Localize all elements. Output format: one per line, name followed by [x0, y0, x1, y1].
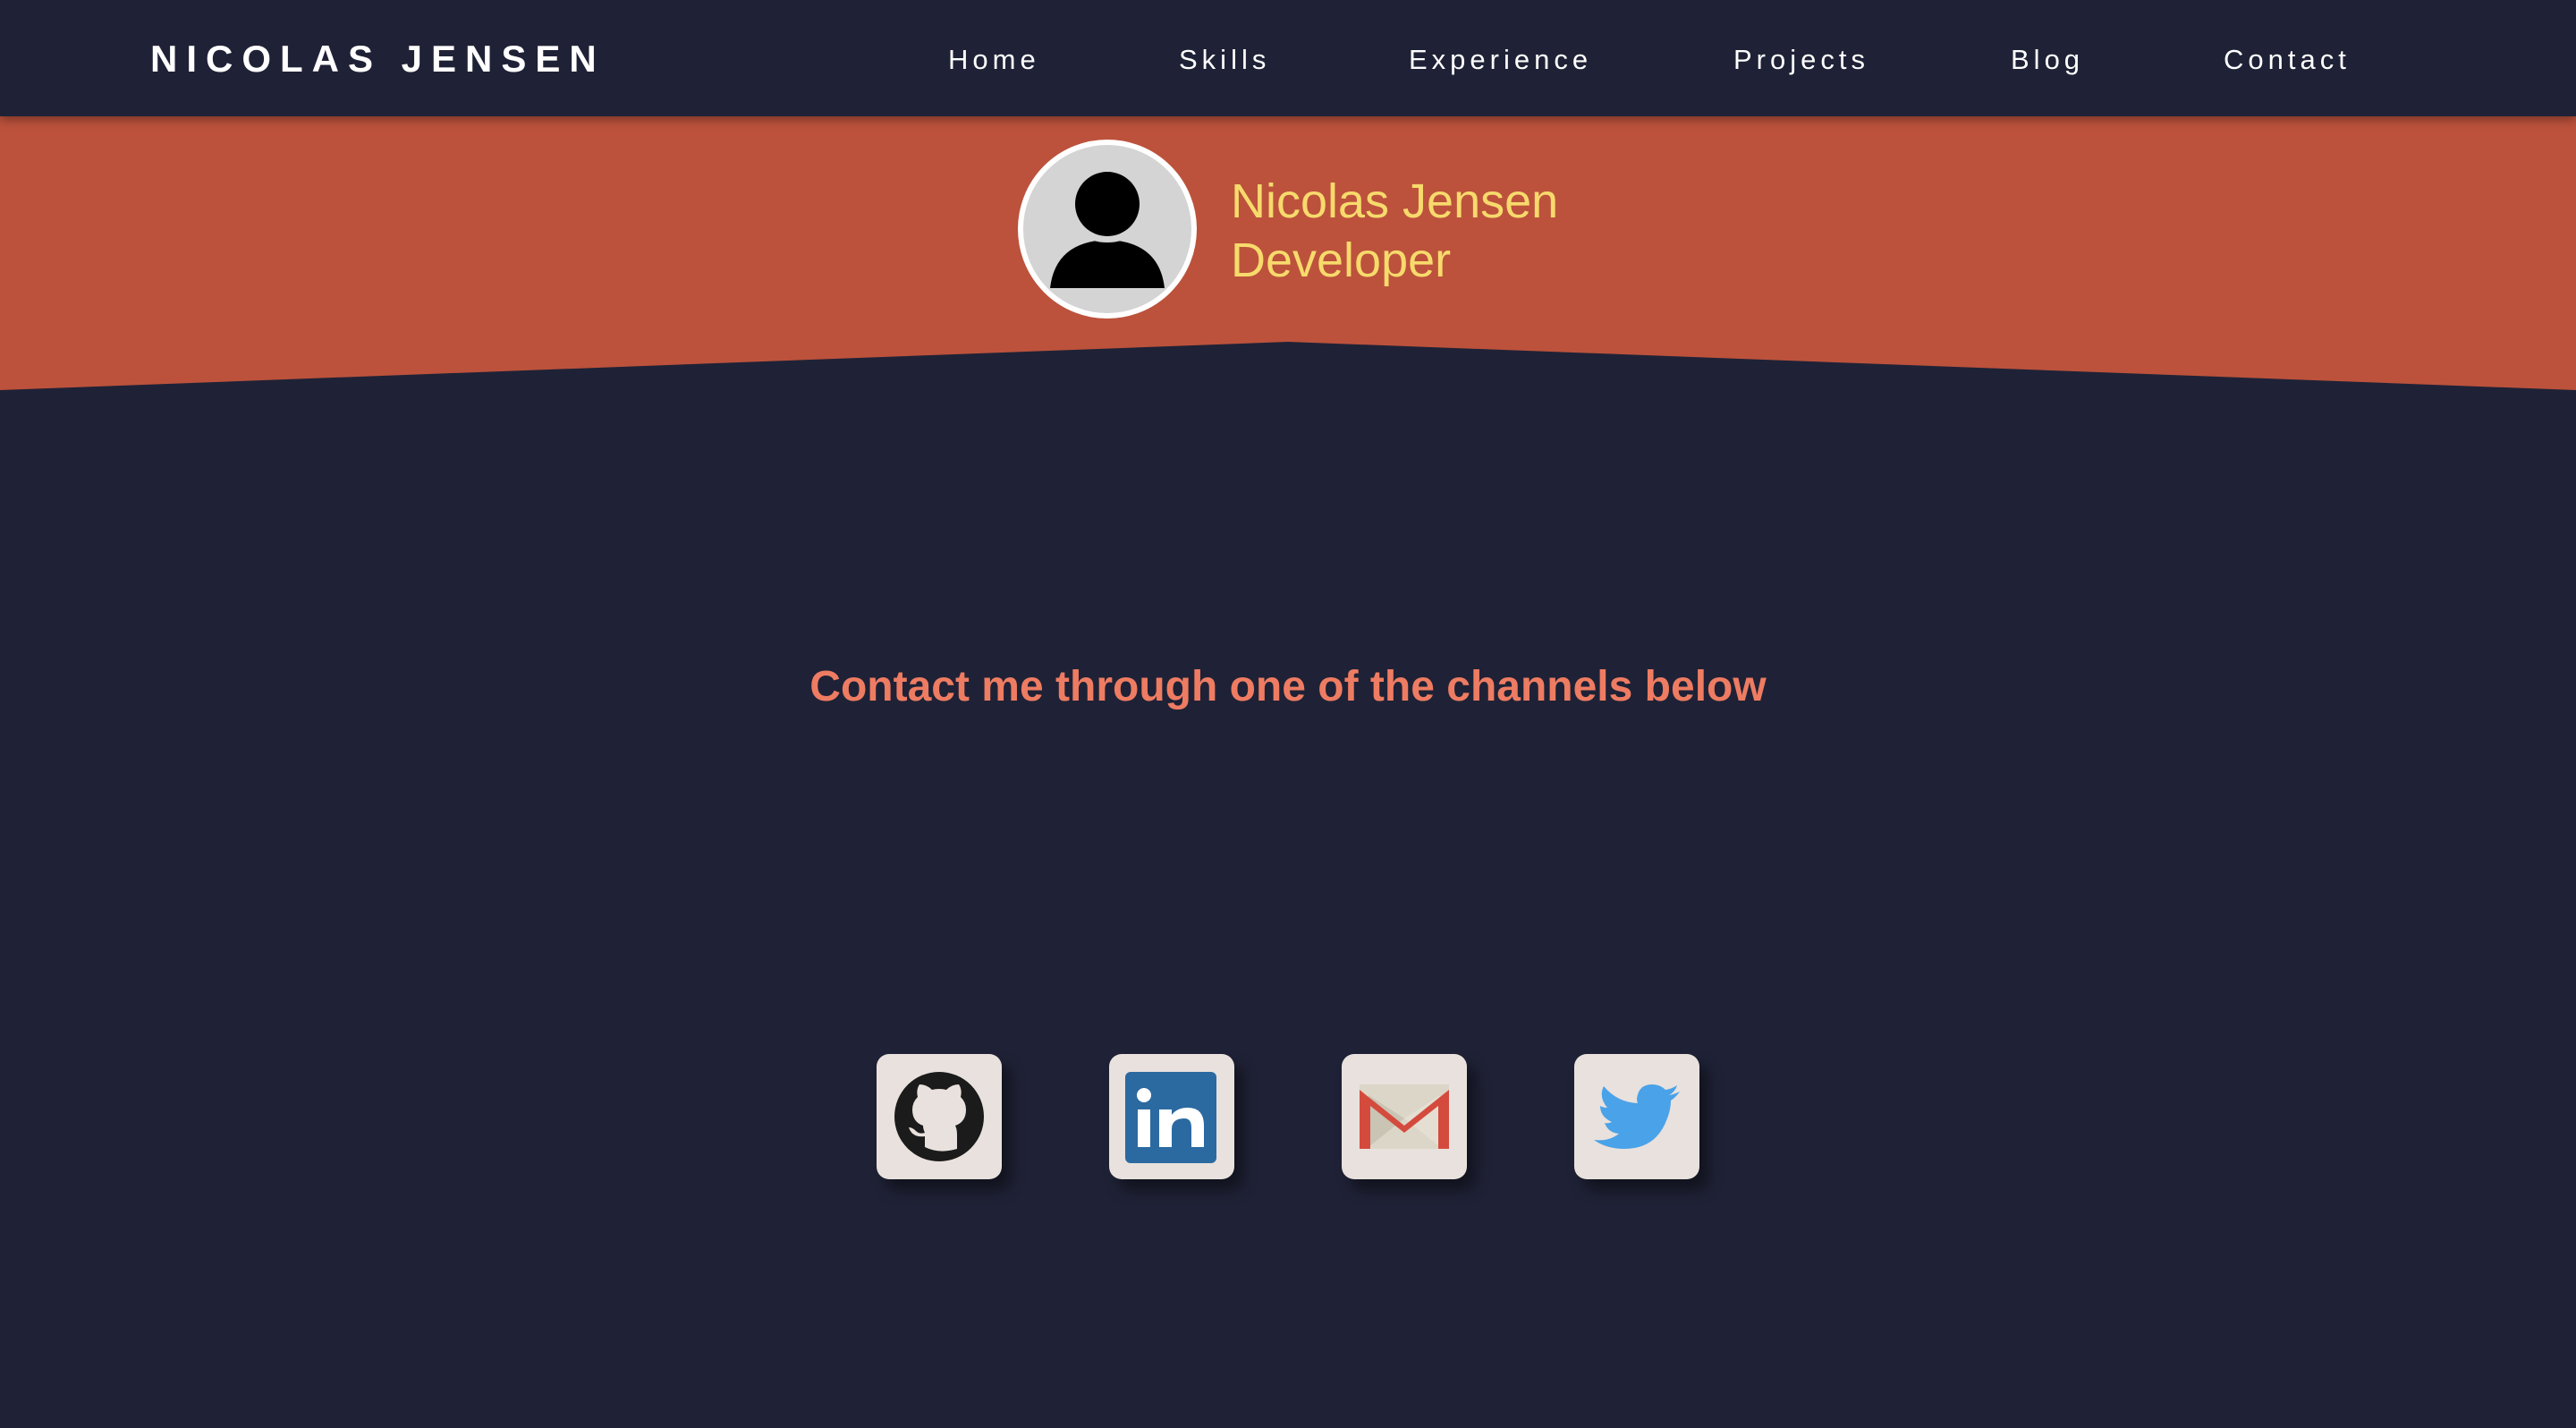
nav-link-home[interactable]: Home	[948, 43, 1040, 77]
user-silhouette-icon	[1050, 172, 1165, 288]
nav-link-contact[interactable]: Contact	[2224, 43, 2351, 77]
top-navigation: NICOLAS JENSEN Home Skills Experience Pr…	[0, 0, 2576, 116]
linkedin-icon	[1125, 1072, 1216, 1163]
site-brand[interactable]: NICOLAS JENSEN	[150, 38, 606, 81]
twitter-icon	[1594, 1084, 1680, 1149]
github-link[interactable]	[877, 1054, 1002, 1179]
nav-link-skills[interactable]: Skills	[1179, 43, 1270, 77]
gmail-icon	[1360, 1084, 1449, 1149]
gmail-link[interactable]	[1342, 1054, 1467, 1179]
avatar	[1018, 140, 1197, 319]
github-icon	[894, 1072, 984, 1161]
nav-link-projects[interactable]: Projects	[1733, 43, 1869, 77]
nav-link-blog[interactable]: Blog	[2011, 43, 2084, 77]
nav-link-experience[interactable]: Experience	[1409, 43, 1592, 77]
linkedin-link[interactable]	[1109, 1054, 1234, 1179]
twitter-link[interactable]	[1574, 1054, 1699, 1179]
contact-heading: Contact me through one of the channels b…	[809, 663, 1767, 710]
hero-role: Developer	[1231, 234, 1452, 287]
hero-name: Nicolas Jensen	[1231, 174, 1559, 228]
